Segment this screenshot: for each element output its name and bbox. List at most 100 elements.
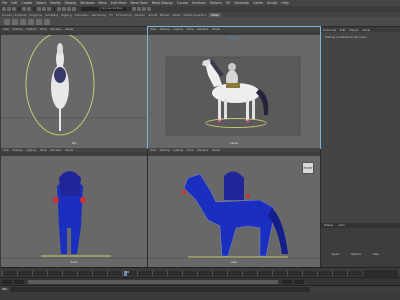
menu-item[interactable]: Edit Mesh bbox=[111, 1, 127, 5]
tab-anim[interactable]: Anim bbox=[338, 224, 344, 227]
menu-item[interactable]: Mesh Display bbox=[152, 1, 173, 5]
front-view-scene bbox=[1, 171, 147, 259]
shelf-tool-icon[interactable] bbox=[28, 19, 34, 25]
viewport-side[interactable]: View Shading Lighting Show Renderer Pane… bbox=[148, 148, 320, 267]
shelf-tool-icon[interactable] bbox=[20, 19, 26, 25]
playback-start-field[interactable] bbox=[14, 280, 24, 284]
tab-display[interactable]: Display bbox=[324, 224, 333, 227]
render-settings-icon[interactable] bbox=[142, 7, 146, 11]
menu-item[interactable]: Arnold bbox=[267, 1, 277, 5]
layer-editor: Display Anim Layers Options Help bbox=[321, 223, 400, 267]
shelf-tool-icon[interactable] bbox=[12, 19, 18, 25]
channel-box-menu-item[interactable]: Edit bbox=[340, 28, 345, 32]
shelf bbox=[0, 17, 400, 27]
snap-curve-icon[interactable] bbox=[62, 7, 66, 11]
saddle bbox=[226, 83, 240, 88]
shelf-tab[interactable]: MASH bbox=[172, 13, 180, 17]
select-component-icon[interactable] bbox=[47, 7, 51, 11]
end-time-field[interactable] bbox=[294, 280, 304, 284]
shelf-tab[interactable]: Sculpting bbox=[45, 13, 58, 17]
menu-item[interactable]: Curves bbox=[177, 1, 188, 5]
shelf-tab[interactable]: Curves / Surfaces bbox=[2, 13, 27, 17]
time-tick bbox=[347, 271, 348, 276]
time-tick bbox=[272, 271, 273, 276]
shelf-tool-icon[interactable] bbox=[44, 19, 50, 25]
menu-item[interactable]: Generate bbox=[234, 1, 249, 5]
shelf-tab[interactable]: Motion Graphics bbox=[184, 13, 207, 17]
menu-item[interactable]: Windows bbox=[80, 1, 94, 5]
help-menu[interactable]: Help bbox=[373, 253, 379, 256]
range-slider[interactable] bbox=[0, 277, 400, 285]
viewport-persp[interactable]: View Shading Lighting Show Renderer Pane… bbox=[147, 26, 321, 149]
horse-leg-back bbox=[246, 99, 249, 121]
snap-point-icon[interactable] bbox=[67, 7, 71, 11]
live-surface-field[interactable]: No Live Surface bbox=[101, 7, 127, 11]
render-icon[interactable] bbox=[132, 7, 136, 11]
layer-tabs: Display Anim bbox=[321, 223, 400, 228]
shelf-tab[interactable]: Animation bbox=[75, 13, 89, 17]
playback-controls[interactable] bbox=[364, 270, 398, 277]
viewport-top[interactable]: View Shading Lighting Show Renderer Pane… bbox=[1, 27, 147, 148]
divider bbox=[19, 7, 20, 11]
undo-icon[interactable] bbox=[22, 7, 26, 11]
time-slider[interactable]: 32 bbox=[0, 267, 400, 277]
viewport-front[interactable]: View Shading Lighting Show Renderer Pane… bbox=[1, 148, 147, 267]
shelf-tab[interactable]: Arnold bbox=[148, 13, 157, 17]
redo-icon[interactable] bbox=[27, 7, 31, 11]
playback-end-field[interactable] bbox=[282, 280, 292, 284]
save-scene-icon[interactable] bbox=[12, 7, 16, 11]
shelf-tab[interactable]: Bifrost bbox=[160, 13, 169, 17]
snap-plane-icon[interactable] bbox=[72, 7, 76, 11]
current-frame-label: 32 bbox=[126, 271, 130, 274]
time-tick bbox=[47, 271, 48, 276]
shelf-tab[interactable]: Polygons bbox=[30, 13, 42, 17]
new-scene-icon[interactable] bbox=[2, 7, 6, 11]
start-time-field[interactable] bbox=[2, 280, 12, 284]
layers-menu[interactable]: Layers bbox=[331, 253, 340, 256]
menu-item[interactable]: Edit bbox=[11, 1, 17, 5]
command-input[interactable] bbox=[10, 287, 310, 292]
hypershade-icon[interactable] bbox=[147, 7, 151, 11]
channel-box-menu-item[interactable]: Object bbox=[349, 28, 358, 32]
range-bar[interactable] bbox=[28, 280, 278, 284]
shelf-tab[interactable]: Rigging bbox=[61, 13, 72, 17]
time-tick bbox=[137, 271, 138, 276]
menu-item[interactable]: File bbox=[2, 1, 7, 5]
menu-item[interactable]: Deform bbox=[210, 1, 222, 5]
time-tick bbox=[77, 271, 78, 276]
time-tick bbox=[32, 271, 33, 276]
menu-item[interactable]: Mesh bbox=[99, 1, 107, 5]
channel-box-menu-item[interactable]: Channels bbox=[323, 28, 336, 32]
hoof-marker bbox=[217, 119, 221, 123]
menu-item[interactable]: Mesh Tools bbox=[131, 1, 148, 5]
shelf-tab[interactable]: FX bbox=[109, 13, 113, 17]
menu-item[interactable]: Display bbox=[65, 1, 77, 5]
options-menu[interactable]: Options bbox=[351, 253, 361, 256]
menu-item[interactable]: Modify bbox=[50, 1, 61, 5]
open-scene-icon[interactable] bbox=[7, 7, 11, 11]
persp-view-scene bbox=[165, 56, 301, 136]
menu-item[interactable]: Help bbox=[281, 1, 288, 5]
time-tick bbox=[287, 271, 288, 276]
time-slider-track[interactable] bbox=[2, 271, 362, 276]
symmetry-field[interactable] bbox=[81, 7, 99, 11]
shelf-tool-icon[interactable] bbox=[36, 19, 42, 25]
menu-item[interactable]: UV bbox=[226, 1, 231, 5]
mel-label: MEL bbox=[2, 287, 8, 291]
shelf-tab[interactable]: FX Caching bbox=[116, 13, 132, 17]
channel-box-menu-item[interactable]: Show bbox=[362, 28, 370, 32]
menu-item[interactable]: Cache bbox=[253, 1, 263, 5]
menu-item[interactable]: Select bbox=[36, 1, 46, 5]
menu-item[interactable]: Create bbox=[22, 1, 33, 5]
shelf-tab[interactable]: Custom bbox=[134, 13, 145, 17]
ipr-render-icon[interactable] bbox=[137, 7, 141, 11]
select-object-icon[interactable] bbox=[42, 7, 46, 11]
shelf-tab[interactable]: XGen bbox=[209, 12, 221, 17]
menu-item[interactable]: Surfaces bbox=[192, 1, 206, 5]
select-hierarchy-icon[interactable] bbox=[37, 7, 41, 11]
snap-grid-icon[interactable] bbox=[57, 7, 61, 11]
shelf-tab[interactable]: Rendering bbox=[92, 13, 106, 17]
shelf-tool-icon[interactable] bbox=[4, 19, 10, 25]
rider-front-wireframe bbox=[59, 171, 81, 196]
time-tick bbox=[182, 271, 183, 276]
